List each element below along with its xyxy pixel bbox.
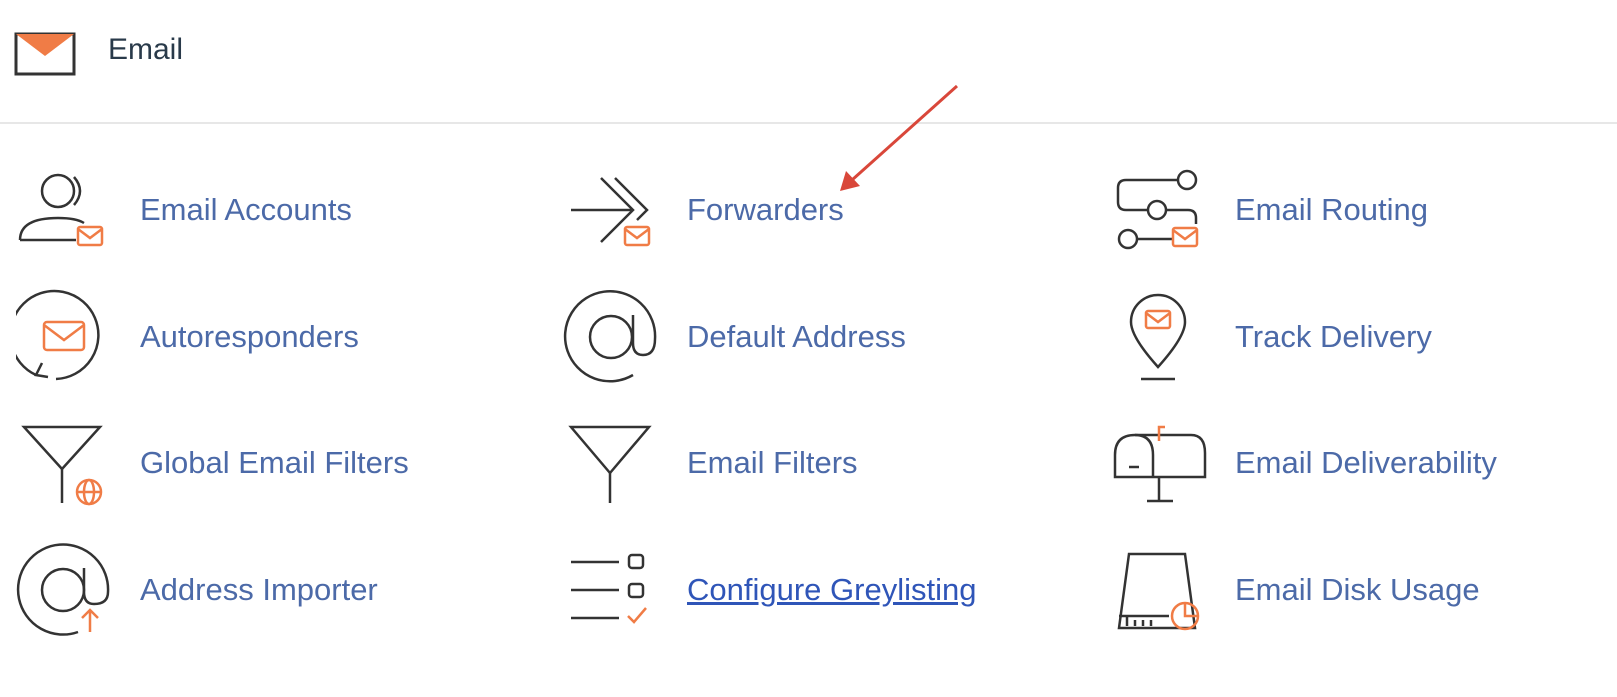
forwarders-item[interactable]: Forwarders bbox=[563, 160, 1083, 260]
default-address-item[interactable]: Default Address bbox=[563, 287, 1083, 387]
email-filters-link[interactable]: Email Filters bbox=[687, 445, 858, 481]
email-accounts-item[interactable]: Email Accounts bbox=[16, 160, 536, 260]
map-pin-mail-icon bbox=[1111, 287, 1211, 387]
email-disk-usage-item[interactable]: Email Disk Usage bbox=[1111, 540, 1617, 640]
funnel-icon bbox=[563, 413, 663, 513]
funnel-globe-icon bbox=[16, 413, 116, 513]
at-upload-icon bbox=[16, 540, 116, 640]
email-section-header: Email bbox=[0, 0, 1617, 124]
autoresponders-item[interactable]: Autoresponders bbox=[16, 287, 536, 387]
track-delivery-item[interactable]: Track Delivery bbox=[1111, 287, 1617, 387]
address-importer-link[interactable]: Address Importer bbox=[140, 572, 378, 608]
checklist-icon bbox=[563, 540, 663, 640]
autoresponder-icon bbox=[16, 287, 116, 387]
configure-greylisting-item[interactable]: Configure Greylisting bbox=[563, 540, 1083, 640]
configure-greylisting-link[interactable]: Configure Greylisting bbox=[687, 572, 976, 608]
default-address-link[interactable]: Default Address bbox=[687, 319, 906, 355]
address-importer-item[interactable]: Address Importer bbox=[16, 540, 536, 640]
at-sign-icon bbox=[563, 287, 663, 387]
email-deliverability-link[interactable]: Email Deliverability bbox=[1235, 445, 1497, 481]
email-deliverability-item[interactable]: Email Deliverability bbox=[1111, 413, 1617, 513]
global-email-filters-item[interactable]: Global Email Filters bbox=[16, 413, 536, 513]
email-filters-item[interactable]: Email Filters bbox=[563, 413, 1083, 513]
section-title: Email bbox=[108, 33, 184, 66]
user-mail-icon bbox=[16, 160, 116, 260]
envelope-icon bbox=[14, 30, 78, 83]
forwarders-link[interactable]: Forwarders bbox=[687, 192, 844, 228]
disk-usage-icon bbox=[1111, 540, 1211, 640]
email-routing-item[interactable]: Email Routing bbox=[1111, 160, 1617, 260]
email-accounts-link[interactable]: Email Accounts bbox=[140, 192, 352, 228]
email-routing-link[interactable]: Email Routing bbox=[1235, 192, 1428, 228]
email-disk-usage-link[interactable]: Email Disk Usage bbox=[1235, 572, 1480, 608]
routing-mail-icon bbox=[1111, 160, 1211, 260]
mailbox-icon bbox=[1111, 413, 1211, 513]
autoresponders-link[interactable]: Autoresponders bbox=[140, 319, 359, 355]
global-email-filters-link[interactable]: Global Email Filters bbox=[140, 445, 409, 481]
forward-mail-icon bbox=[563, 160, 663, 260]
track-delivery-link[interactable]: Track Delivery bbox=[1235, 319, 1432, 355]
